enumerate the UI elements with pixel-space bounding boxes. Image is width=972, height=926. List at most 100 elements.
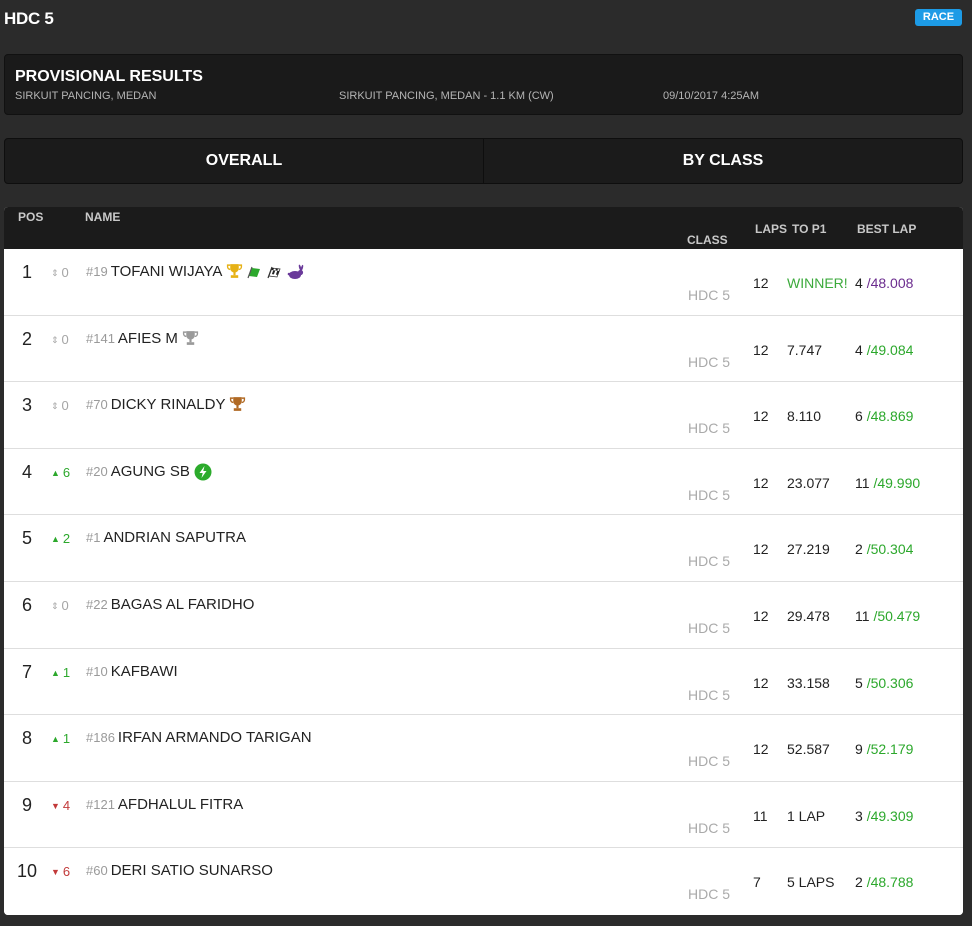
best-lap-number: 9 <box>855 741 863 758</box>
checkered-flag-icon <box>267 265 283 279</box>
position-change: ▼ 6 <box>51 864 70 879</box>
col-best-lap-header[interactable]: BEST LAP <box>857 222 916 236</box>
col-to-p1-header[interactable]: TO P1 <box>792 222 826 236</box>
laps-count: 12 <box>753 541 769 558</box>
best-lap-number: 5 <box>855 674 863 691</box>
table-row[interactable]: 9 ▼ 4 #121 AFDHALUL FITRA HDC 5 11 1 LAP … <box>4 781 963 849</box>
session-datetime: 09/10/2017 4:25AM <box>663 90 760 102</box>
results-header-card: PROVISIONAL RESULTS SIRKUIT PANCING, MED… <box>4 54 963 115</box>
table-row[interactable]: 7 ▲ 1 #10 KAFBAWI HDC 5 12 33.158 5 /50.3… <box>4 648 963 716</box>
position-number: 1 <box>21 262 32 282</box>
driver-name[interactable]: TOFANI WIJAYA <box>111 263 223 280</box>
best-lap-time: 48.869 <box>870 408 914 425</box>
table-row[interactable]: 6 ⇕ 0 #22 BAGAS AL FARIDHO HDC 5 12 29.47… <box>4 581 963 649</box>
lightning-icon <box>194 463 212 481</box>
tab-overall[interactable]: OVERALL <box>5 139 483 183</box>
position-change-value: 0 <box>61 597 69 613</box>
car-number: #22 <box>86 596 108 612</box>
car-number: #10 <box>86 663 108 679</box>
gap-to-p1: 52.587 <box>787 741 830 758</box>
table-row[interactable]: 4 ▲ 6 #20 AGUNG SB HDC 5 12 23.077 11 /49… <box>4 448 963 516</box>
table-row[interactable]: 5 ▲ 2 #1 ANDRIAN SAPUTRA HDC 5 12 27.219 … <box>4 515 963 582</box>
laps-count: 12 <box>753 408 769 425</box>
class-label: HDC 5 <box>688 686 731 703</box>
table-row[interactable]: 1 ⇕ 0 #19 TOFANI WIJAYA HDC 5 12 WINNER! … <box>4 249 963 316</box>
driver-cell: #22 BAGAS AL FARIDHO <box>86 596 254 613</box>
car-number: #141 <box>86 330 115 346</box>
position-change: ▲ 1 <box>51 731 70 746</box>
best-lap-number: 11 <box>855 607 870 624</box>
laps-count: 12 <box>753 607 769 624</box>
table-row[interactable]: 2 ⇕ 0 #141 AFIES M HDC 5 12 7.747 4 /49.0… <box>4 315 963 383</box>
class-label: HDC 5 <box>688 819 731 836</box>
position-number: 9 <box>21 794 32 815</box>
driver-name[interactable]: KAFBAWI <box>111 663 178 680</box>
table-row[interactable]: 8 ▲ 1 #186 IRFAN ARMANDO TARIGAN HDC 5 12… <box>4 715 963 782</box>
class-label: HDC 5 <box>688 287 731 303</box>
gap-to-p1: 33.158 <box>787 674 830 691</box>
position-change-unchanged-icon: ⇕ <box>51 600 59 611</box>
position-change-value: 6 <box>62 864 71 880</box>
gap-to-p1: 1 LAP <box>787 807 826 824</box>
position-change-up-icon: ▲ <box>51 734 60 745</box>
best-lap-time: 49.990 <box>877 474 921 491</box>
position-change-up-icon: ▲ <box>51 534 60 545</box>
best-lap-number: 3 <box>855 807 863 824</box>
position-number: 2 <box>21 328 32 349</box>
driver-name[interactable]: ANDRIAN SAPUTRA <box>103 529 246 546</box>
tab-by-class[interactable]: BY CLASS <box>483 139 962 183</box>
position-change: ▲ 6 <box>51 465 70 480</box>
best-lap-time: 50.304 <box>870 541 914 558</box>
driver-name[interactable]: DERI SATIO SUNARSO <box>111 862 273 879</box>
driver-name[interactable]: AFIES M <box>118 330 178 347</box>
results-title: PROVISIONAL RESULTS <box>15 68 203 85</box>
best-lap: 6 /48.869 <box>855 408 914 425</box>
best-lap-time: 49.084 <box>870 341 914 358</box>
green-flag-icon <box>247 265 263 279</box>
position-change-value: 0 <box>61 331 69 347</box>
race-badge[interactable]: RACE <box>915 9 962 26</box>
gap-to-p1: 23.077 <box>787 474 830 491</box>
best-lap: 3 /49.309 <box>855 807 914 824</box>
driver-cell: #1 ANDRIAN SAPUTRA <box>86 529 246 546</box>
position-change-value: 1 <box>62 731 71 747</box>
driver-name[interactable]: AGUNG SB <box>111 463 190 480</box>
best-lap-time: 50.479 <box>877 607 921 624</box>
best-lap-time: 48.008 <box>870 275 914 291</box>
driver-name[interactable]: DICKY RINALDY <box>111 396 226 413</box>
rabbit-icon <box>287 264 305 280</box>
best-lap: 5 /50.306 <box>855 674 914 691</box>
best-lap-number: 2 <box>855 541 863 558</box>
col-class-header[interactable]: CLASS <box>687 233 728 247</box>
laps-count: 12 <box>753 275 769 291</box>
best-lap-time: 49.309 <box>870 807 914 824</box>
best-lap-number: 11 <box>855 474 870 491</box>
gap-to-p1: 27.219 <box>787 541 830 558</box>
col-laps-header[interactable]: LAPS <box>755 222 787 236</box>
position-change: ▼ 4 <box>51 798 70 813</box>
position-change-down-icon: ▼ <box>51 867 60 878</box>
class-label: HDC 5 <box>688 619 731 636</box>
driver-name[interactable]: BAGAS AL FARIDHO <box>111 596 255 613</box>
laps-count: 12 <box>753 474 769 491</box>
car-number: #1 <box>86 530 101 546</box>
best-lap: 2 /48.788 <box>855 874 914 891</box>
laps-count: 12 <box>753 674 769 691</box>
position-number: 3 <box>21 395 32 416</box>
col-name-header[interactable]: NAME <box>85 210 120 224</box>
driver-name[interactable]: AFDHALUL FITRA <box>118 796 243 813</box>
gap-to-p1: WINNER! <box>787 275 848 291</box>
table-row[interactable]: 10 ▼ 6 #60 DERI SATIO SUNARSO HDC 5 7 5 L… <box>4 848 963 915</box>
laps-count: 7 <box>753 874 761 891</box>
driver-name[interactable]: IRFAN ARMANDO TARIGAN <box>118 729 312 746</box>
col-pos-header[interactable]: POS <box>18 210 43 224</box>
track-text: SIRKUIT PANCING, MEDAN - 1.1 KM (CW) <box>339 90 554 102</box>
results-view-tabs: OVERALL BY CLASS <box>4 138 963 184</box>
class-label: HDC 5 <box>688 753 731 770</box>
position-number: 5 <box>21 528 32 549</box>
bronze-trophy-icon <box>229 396 246 413</box>
table-row[interactable]: 3 ⇕ 0 #70 DICKY RINALDY HDC 5 12 8.110 6 … <box>4 382 963 449</box>
gap-to-p1: 7.747 <box>787 341 823 358</box>
position-change-value: 0 <box>61 265 69 280</box>
car-number: #19 <box>86 264 108 279</box>
